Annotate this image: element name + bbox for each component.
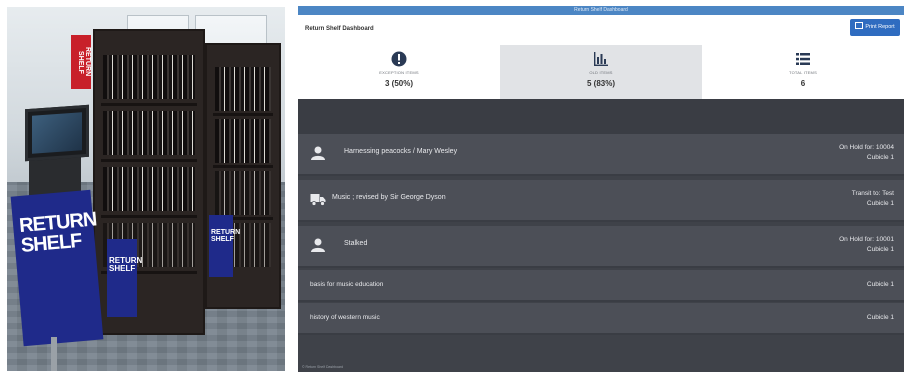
list-item[interactable]: basis for music education Cubicle 1	[298, 270, 904, 302]
item-title: Stalked	[344, 240, 368, 247]
exclamation-circle-icon	[391, 51, 407, 67]
list-item[interactable]: Music ; revised by Sir George Dyson Tran…	[298, 180, 904, 222]
item-title: Harnessing peacocks / Mary Wesley	[344, 148, 458, 155]
item-status: Cubicle 1	[866, 314, 894, 321]
item-title: Music ; revised by Sir George Dyson	[332, 194, 446, 201]
printer-icon	[855, 22, 864, 29]
stats-bar: EXCEPTION ITEMS 3 (50%) OLD ITEMS 5 (83%…	[298, 45, 904, 99]
sign-large: RETURN SHELF	[10, 189, 104, 347]
item-status: Cubicle 1	[866, 281, 894, 288]
stat-total-items[interactable]: TOTAL ITEMS 6	[702, 45, 904, 99]
list-item[interactable]: history of western music Cubicle 1	[298, 303, 904, 335]
user-icon	[311, 238, 325, 252]
item-status: On Hold for: 10001 Cubicle 1	[839, 236, 894, 253]
red-sign: RETURN SHELF	[71, 35, 91, 89]
window-titlebar: Return Shelf Dashboard	[298, 6, 904, 15]
sign-right: RETURN SHELF	[209, 215, 240, 277]
item-status: On Hold for: 10004 Cubicle 1	[839, 144, 894, 161]
item-status: Transit to: Test Cubicle 1	[851, 190, 894, 207]
bar-chart-icon	[594, 52, 608, 66]
stat-value: 5 (83%)	[586, 79, 615, 88]
kiosk-screen	[25, 104, 89, 162]
stat-old-items[interactable]: OLD ITEMS 5 (83%)	[500, 45, 702, 99]
stat-label: EXCEPTION ITEMS	[379, 70, 419, 75]
list-item[interactable]: Harnessing peacocks / Mary Wesley On Hol…	[298, 134, 904, 176]
item-title: basis for music education	[310, 281, 384, 288]
sign-small: RETURN SHELF	[107, 239, 142, 317]
dashboard-header: Return Shelf Dashboard Print Report	[298, 15, 904, 46]
truck-icon	[310, 194, 326, 206]
stat-label: OLD ITEMS	[589, 70, 613, 75]
item-title: history of western music	[310, 314, 380, 321]
user-icon	[311, 146, 325, 160]
stat-exception-items[interactable]: EXCEPTION ITEMS 3 (50%)	[298, 45, 500, 99]
return-shelf-photo: RETURN SHELF RETURN SHELF RETURN SHELF R…	[7, 7, 285, 371]
footer-text: © Return Shelf Dashboard	[302, 365, 344, 369]
dashboard-window: Return Shelf Dashboard Return Shelf Dash…	[298, 6, 904, 372]
print-report-button[interactable]: Print Report	[850, 19, 900, 36]
list-item[interactable]: Stalked On Hold for: 10001 Cubicle 1	[298, 226, 904, 268]
list-icon	[796, 53, 810, 65]
stat-value: 6	[800, 79, 806, 88]
kiosk-stand	[51, 337, 57, 371]
page-title: Return Shelf Dashboard	[305, 26, 374, 32]
stat-value: 3 (50%)	[384, 79, 413, 88]
stat-label: TOTAL ITEMS	[789, 70, 817, 75]
dark-band	[298, 99, 904, 137]
